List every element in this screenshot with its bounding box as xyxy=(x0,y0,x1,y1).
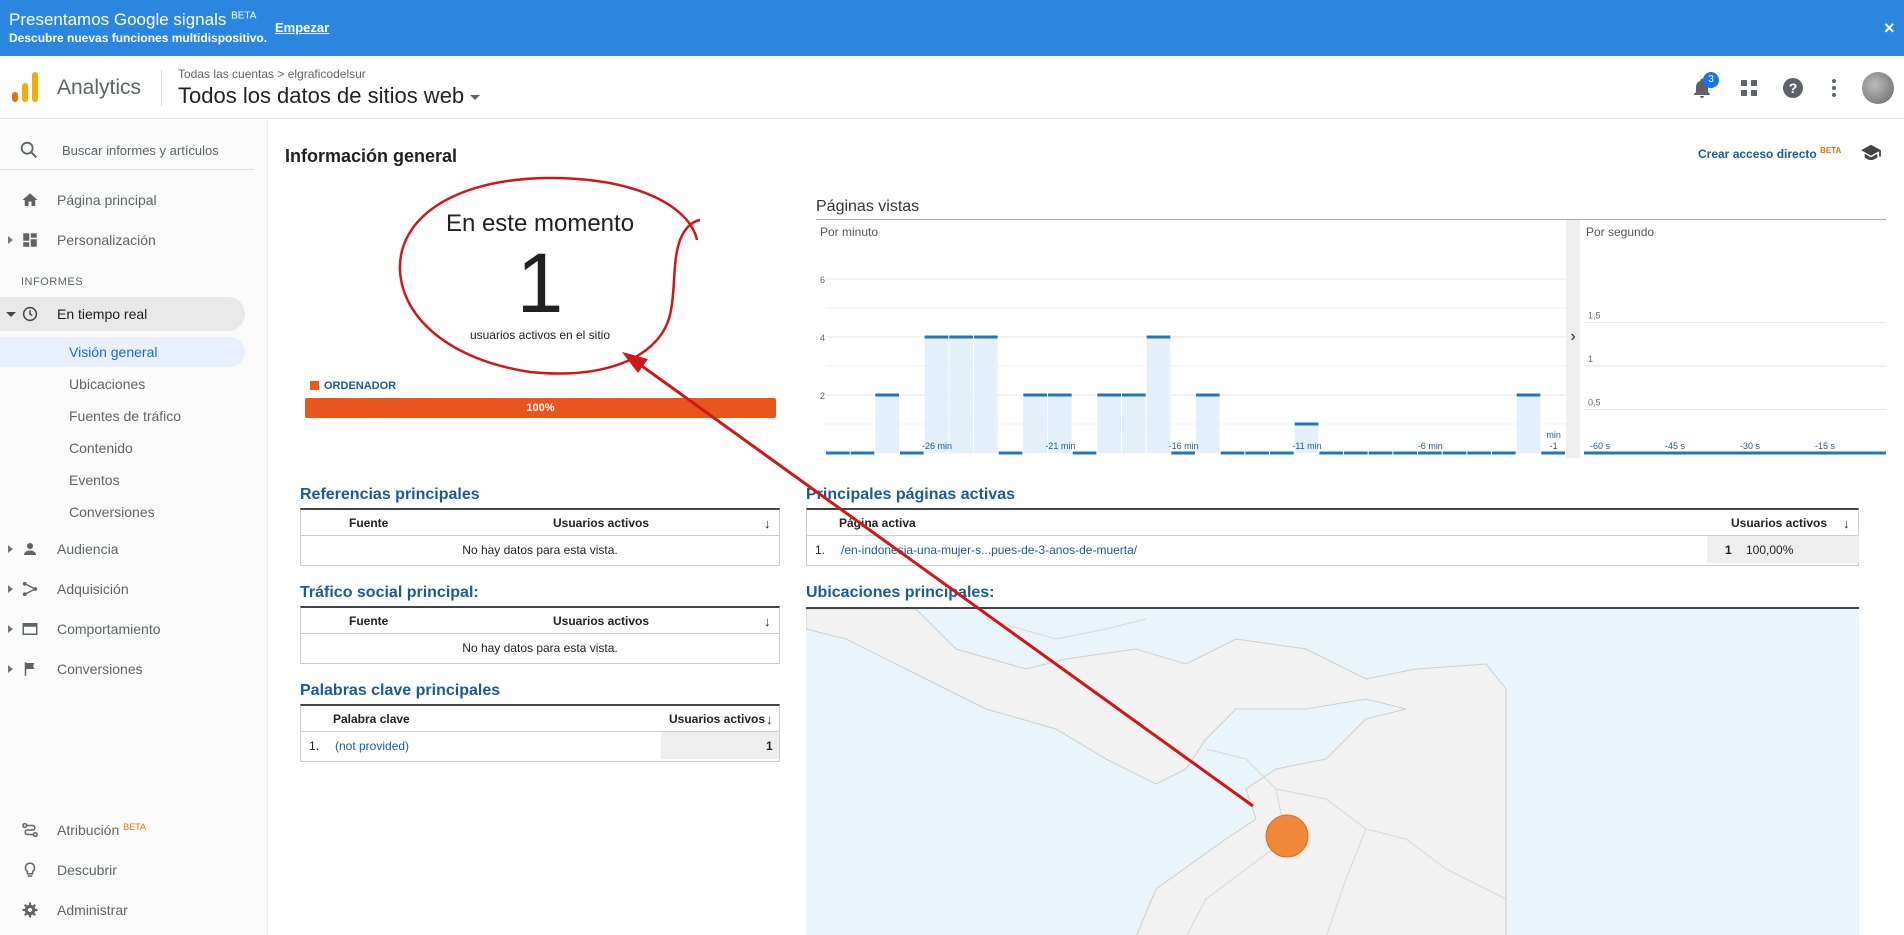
annotation-arrow-line xyxy=(627,354,1254,808)
annotation-overlay xyxy=(398,176,1254,808)
annotation-circle xyxy=(398,176,701,375)
